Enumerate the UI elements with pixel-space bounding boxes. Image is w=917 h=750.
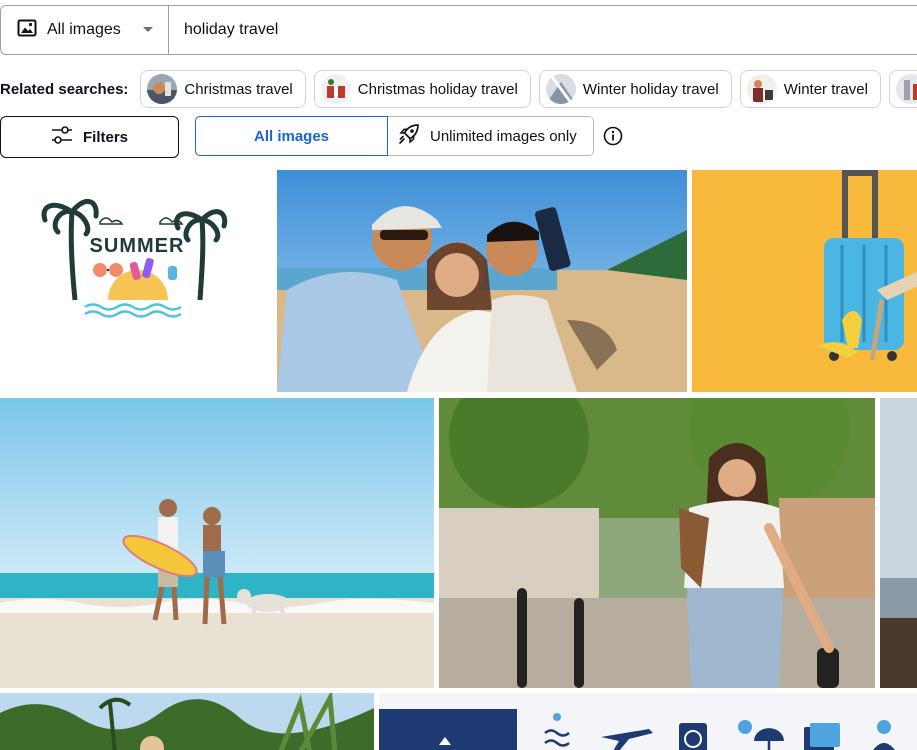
chip-thumbnail <box>746 74 777 104</box>
filters-button[interactable]: Filters <box>0 116 179 158</box>
summer-text: SUMMER <box>90 235 185 257</box>
result-image-friends-selfie-beach[interactable] <box>277 170 687 392</box>
related-chip-winter-travel[interactable]: Winter travel <box>739 70 881 108</box>
caret-down-icon <box>142 21 154 39</box>
chip-thumbnail <box>320 74 351 104</box>
chip-thumbnail <box>895 74 917 104</box>
related-chip-winter-holiday-travel[interactable]: Winter holiday travel <box>538 70 732 108</box>
license-segmented-control: All images Unlimited images only <box>195 116 594 156</box>
segment-unlimited-images[interactable]: Unlimited images only <box>388 116 594 156</box>
palm-tree-left <box>41 199 99 301</box>
search-input[interactable] <box>169 6 917 54</box>
chip-label: Winter holiday travel <box>582 80 719 98</box>
related-searches-label: Related searches: <box>0 80 129 98</box>
image-icon <box>17 19 37 42</box>
chip-label: Christmas holiday travel <box>357 80 518 98</box>
chip-label: Christmas travel <box>184 80 293 98</box>
rocket-icon <box>398 123 430 149</box>
result-image-partial-coast[interactable] <box>880 398 917 688</box>
image-type-label: All images <box>47 21 121 38</box>
chip-thumbnail <box>147 74 178 104</box>
result-image-couple-surfboard-dog[interactable] <box>0 398 434 688</box>
filters-label: Filters <box>82 128 128 146</box>
segment-label: All images <box>253 127 330 145</box>
search-bar: All images <box>0 5 917 55</box>
result-image-summer-clipart[interactable]: SUMMER <box>0 170 273 392</box>
result-image-suitcase-yellow[interactable] <box>692 170 917 392</box>
info-icon[interactable] <box>603 126 623 151</box>
sliders-icon <box>51 126 83 148</box>
related-searches: Related searches: Christmas travel Chris… <box>0 70 917 108</box>
related-chip-christmas-travel[interactable]: Christmas travel <box>140 70 306 108</box>
chip-label: Winter travel <box>783 80 868 98</box>
result-image-travel-icons[interactable] <box>379 693 917 750</box>
segment-label: Unlimited images only <box>430 127 577 145</box>
chip-thumbnail <box>545 74 576 104</box>
result-image-woman-street[interactable] <box>439 398 875 688</box>
related-chip-christmas-holiday-travel[interactable]: Christmas holiday travel <box>313 70 531 108</box>
segment-all-images[interactable]: All images <box>195 116 388 156</box>
image-type-dropdown[interactable]: All images <box>1 6 169 54</box>
result-image-tropical-garden[interactable] <box>0 693 374 750</box>
related-chip-partial[interactable] <box>888 70 917 108</box>
